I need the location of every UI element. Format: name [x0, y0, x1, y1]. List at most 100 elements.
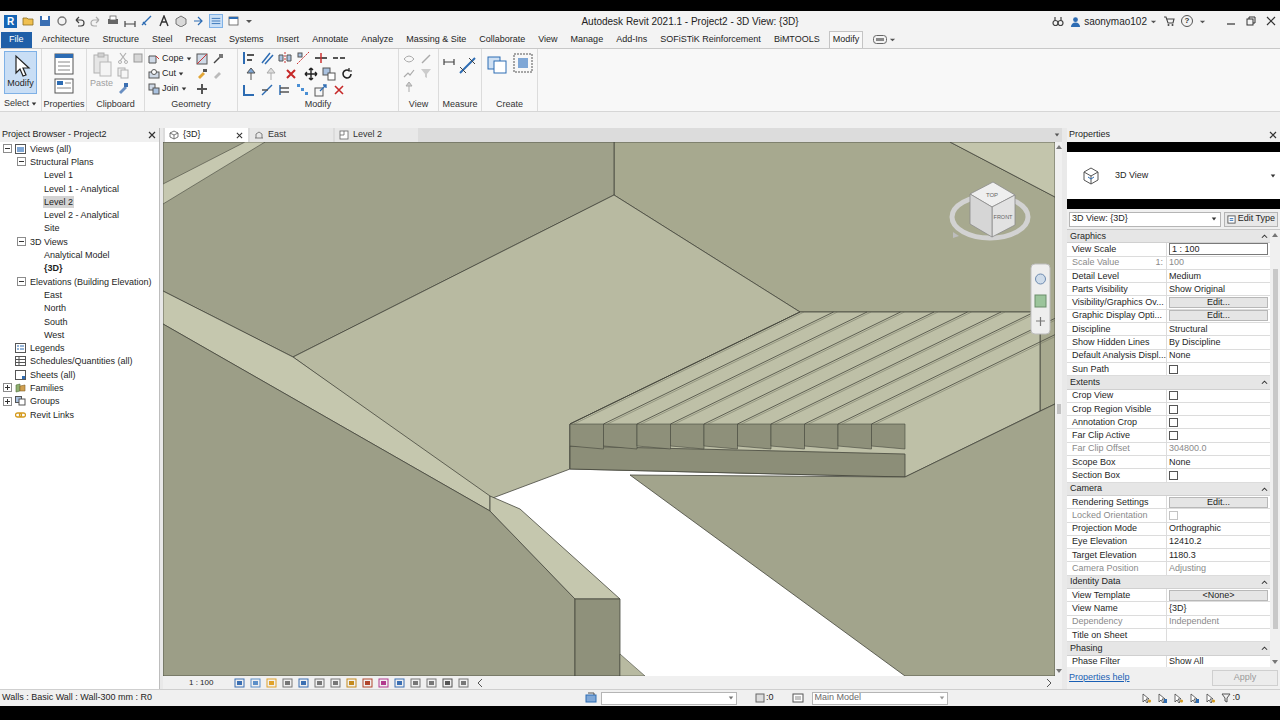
tree-item[interactable]: South: [31, 315, 159, 328]
customize-toolbar-icon[interactable]: [245, 17, 253, 25]
tree-item[interactable]: North: [31, 302, 159, 315]
tree-item[interactable]: West: [31, 328, 159, 341]
tree-item-label[interactable]: South: [44, 317, 68, 327]
analytical-model-icon[interactable]: [394, 678, 405, 688]
property-button[interactable]: Edit...: [1169, 297, 1268, 308]
3d-canvas[interactable]: TOP FRONT: [163, 142, 1055, 676]
tree-item[interactable]: Views (all): [3, 142, 159, 155]
mirror-axis-icon[interactable]: [278, 51, 292, 65]
tree-item-label[interactable]: Level 1: [44, 170, 73, 180]
navigation-bar[interactable]: [1031, 264, 1050, 334]
property-value-cell[interactable]: [1167, 416, 1270, 428]
user-name[interactable]: saonymao102: [1084, 14, 1147, 29]
tree-item[interactable]: Level 2 - Analytical: [31, 208, 159, 221]
hide-icon[interactable]: [403, 53, 415, 65]
trim-icon[interactable]: [242, 83, 256, 97]
property-button[interactable]: <None>: [1169, 590, 1268, 601]
property-value[interactable]: Orthographic: [1169, 522, 1221, 535]
dropdown-icon[interactable]: [1199, 18, 1206, 25]
measure-icon[interactable]: [124, 15, 136, 27]
property-value-cell[interactable]: [1167, 469, 1270, 481]
delete-icon[interactable]: [282, 67, 300, 81]
tree-item[interactable]: {3D}: [31, 262, 159, 275]
pin-icon[interactable]: [242, 67, 260, 81]
tree-item[interactable]: East: [31, 288, 159, 301]
select-pinned-icon[interactable]: [1173, 693, 1184, 704]
view-tab-label[interactable]: {3D}: [183, 128, 232, 142]
cut-icon[interactable]: [117, 52, 129, 64]
mirror-draw-icon[interactable]: [296, 51, 310, 65]
split-icon[interactable]: [314, 51, 328, 65]
property-value-cell[interactable]: 1 : 100: [1167, 243, 1270, 255]
tree-item[interactable]: Level 1: [31, 169, 159, 182]
tree-item-label[interactable]: Schedules/Quantities (all): [30, 356, 133, 366]
tree-item[interactable]: Elevations (Building Elevation): [17, 275, 159, 288]
properties-help-link[interactable]: Properties help: [1069, 671, 1130, 685]
ribbon-tab-label[interactable]: Architecture: [39, 32, 93, 48]
close-tab-icon[interactable]: [236, 132, 243, 139]
create-assembly-icon[interactable]: [486, 51, 508, 77]
wall-joins-icon[interactable]: [196, 83, 208, 95]
ribbon-tab-label[interactable]: View: [535, 32, 560, 48]
tree-item-label[interactable]: Views (all): [30, 144, 71, 154]
property-checkbox[interactable]: [1169, 418, 1178, 427]
close-icon[interactable]: [148, 131, 156, 139]
tree-item-label[interactable]: Elevations (Building Elevation): [30, 277, 152, 287]
default-3d-view-icon[interactable]: [175, 15, 187, 27]
property-group[interactable]: Extents: [1067, 376, 1270, 389]
collapse-icon[interactable]: [1261, 486, 1268, 492]
undo-icon[interactable]: [73, 15, 85, 27]
tree-item[interactable]: Sheets (all): [3, 368, 159, 381]
ribbon-tab-label[interactable]: Analyze: [358, 32, 396, 48]
workset-combo[interactable]: [601, 692, 737, 705]
demolish-icon[interactable]: [212, 53, 224, 65]
cube-top-label[interactable]: TOP: [986, 192, 998, 198]
open-icon[interactable]: [22, 15, 34, 27]
ribbon-minimize-icon[interactable]: [873, 35, 887, 44]
crop-region-icon[interactable]: [330, 678, 341, 688]
property-value[interactable]: By Discipline: [1169, 336, 1221, 349]
worksharing-icon[interactable]: [426, 678, 437, 688]
revit-logo[interactable]: R: [4, 15, 17, 28]
property-value[interactable]: {3D}: [1169, 602, 1187, 615]
view-tab-label[interactable]: East: [268, 128, 328, 142]
copy-icon[interactable]: [117, 67, 129, 79]
vertical-scrollbar[interactable]: [1055, 142, 1062, 676]
linework-icon[interactable]: [403, 67, 415, 79]
crop-view-icon[interactable]: [314, 678, 325, 688]
property-value[interactable]: Medium: [1169, 270, 1201, 283]
drag-elements-icon[interactable]: [1205, 693, 1216, 704]
temporary-hide-icon[interactable]: [362, 678, 373, 688]
tree-item-label[interactable]: Sheets (all): [30, 370, 76, 380]
property-value[interactable]: None: [1169, 456, 1191, 469]
pin-icon[interactable]: [403, 81, 415, 93]
ribbon-tab[interactable]: Systems: [225, 31, 268, 48]
align-icon[interactable]: [242, 51, 256, 65]
modify-button[interactable]: Modify: [4, 51, 37, 94]
view-tab[interactable]: {3D}: [165, 128, 248, 142]
dropdown-icon[interactable]: [181, 86, 187, 92]
ribbon-tab[interactable]: Structure: [99, 31, 144, 48]
sync-icon[interactable]: [56, 15, 68, 27]
property-group[interactable]: Graphics: [1067, 230, 1270, 243]
tree-item-label[interactable]: Groups: [30, 396, 60, 406]
ribbon-tab[interactable]: Insert: [273, 31, 304, 48]
design-option-combo[interactable]: Main Model: [812, 692, 948, 705]
filter-icon[interactable]: [1221, 693, 1231, 703]
property-checkbox[interactable]: [1169, 405, 1178, 414]
expand-icon[interactable]: [3, 397, 12, 406]
tree-item-label[interactable]: Level 2: [44, 197, 73, 207]
property-value-cell[interactable]: <None>: [1167, 589, 1270, 601]
scroll-left-icon[interactable]: [477, 679, 483, 687]
tree-item[interactable]: Analytical Model: [31, 248, 159, 261]
ribbon-tab[interactable]: SOFiSTiK Reinforcement: [656, 31, 765, 48]
editable-only-icon[interactable]: [755, 693, 765, 703]
tree-item-label[interactable]: Site: [44, 223, 60, 233]
delete-icon[interactable]: [332, 83, 346, 97]
highlight-displacement-icon[interactable]: [410, 678, 421, 688]
panel-label[interactable]: Select: [4, 97, 29, 111]
rotate-icon[interactable]: [340, 67, 354, 81]
select-links-icon[interactable]: [1141, 693, 1152, 704]
instance-selector[interactable]: 3D View: {3D}: [1069, 212, 1221, 227]
property-input[interactable]: 1 : 100: [1169, 243, 1268, 255]
